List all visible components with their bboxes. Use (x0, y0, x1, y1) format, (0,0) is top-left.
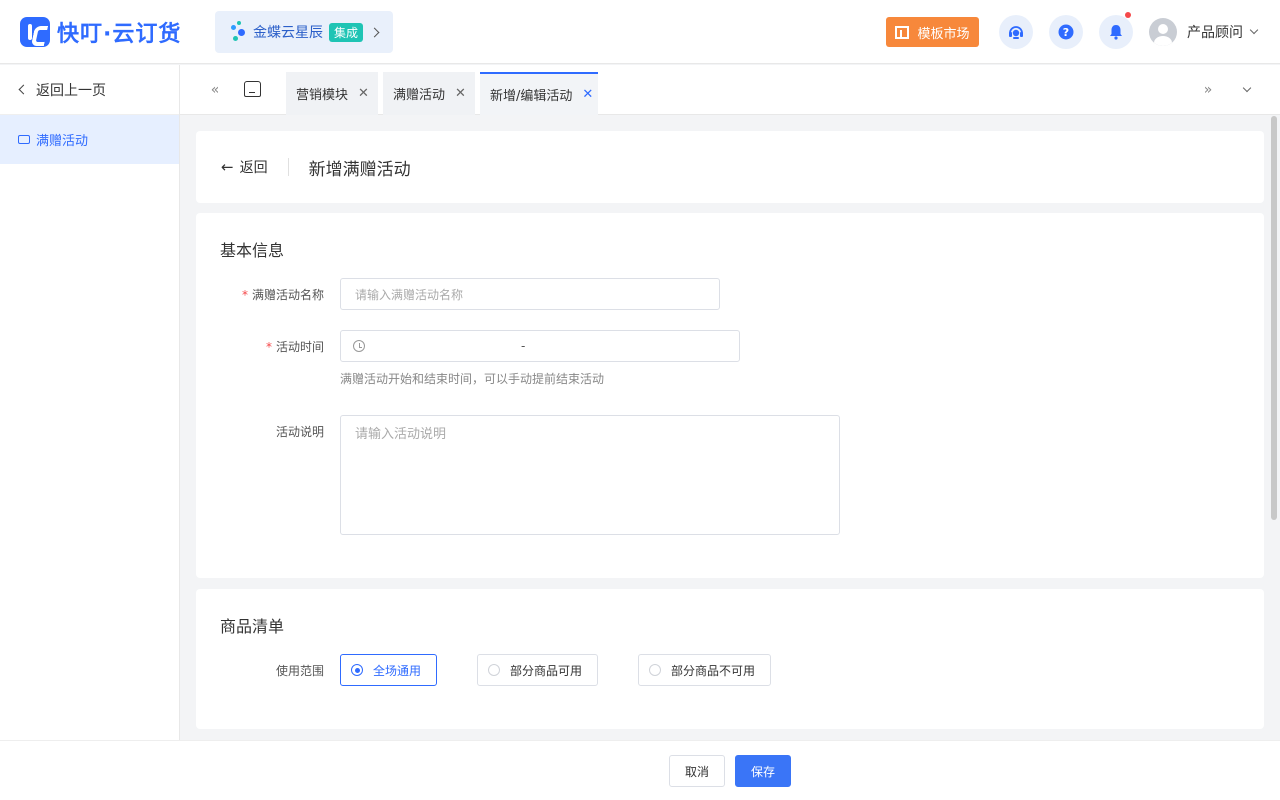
template-icon (895, 25, 910, 39)
page-title: 新增满赠活动 (308, 159, 411, 180)
tab-label: 新增/编辑活动 (490, 89, 573, 104)
chevron-down-icon (1249, 25, 1259, 35)
option-label: 部分商品可用 (510, 663, 583, 678)
sidebar: 返回上一页 满赠活动 (0, 65, 180, 740)
bell-icon (1110, 25, 1122, 40)
close-icon[interactable]: ✕ (582, 87, 593, 102)
radio-icon (649, 664, 661, 676)
back-to-previous-link[interactable]: 返回上一页 (0, 65, 179, 115)
tab-marketing-module[interactable]: 营销模块 ✕ (286, 72, 378, 115)
svg-text:?: ? (1063, 26, 1069, 39)
brand-logo[interactable]: 快叮·云订货 (20, 17, 181, 47)
chevron-left-icon (18, 84, 29, 95)
clock-icon (353, 340, 365, 352)
sidebar-item-full-gift-activity[interactable]: 满赠活动 (0, 115, 179, 164)
notification-dot (1125, 12, 1131, 18)
close-icon[interactable]: ✕ (358, 86, 369, 101)
ticket-icon (18, 135, 30, 144)
integration-badge: 集成 (329, 22, 364, 42)
section-title: 基本信息 (220, 241, 285, 260)
kingdee-integration-entry[interactable]: 金蝶云星辰 集成 (215, 11, 393, 53)
divider (287, 158, 289, 176)
home-icon[interactable] (244, 81, 261, 97)
scrollbar[interactable] (1271, 116, 1277, 520)
radio-icon (351, 664, 363, 676)
basic-info-section: 基本信息 * 满赠活动名称 请输入满赠活动名称 * 活动时间 - 满赠活动开始和结束… (196, 213, 1264, 578)
activity-description-textarea[interactable]: 请输入活动说明 (340, 415, 840, 535)
double-chevron-left-icon[interactable]: « (204, 79, 226, 101)
option-label: 全场通用 (373, 663, 422, 678)
tab-full-gift-activity[interactable]: 满赠活动 ✕ (383, 72, 475, 115)
user-name: 产品顾问 (1187, 25, 1243, 41)
tab-bar: « 营销模块 ✕ 满赠活动 ✕ 新增/编辑活动 ✕ » (180, 65, 1280, 115)
sidebar-item-label: 满赠活动 (36, 134, 89, 149)
template-market-label: 模板市场 (917, 26, 970, 42)
close-icon[interactable]: ✕ (455, 86, 466, 101)
kingdee-icon (229, 20, 249, 44)
chevron-down-icon (1242, 83, 1252, 93)
back-to-previous-label: 返回上一页 (36, 82, 106, 99)
tab-add-edit-activity[interactable]: 新增/编辑活动 ✕ (480, 72, 598, 115)
cancel-button[interactable]: 取消 (669, 755, 725, 787)
kingdee-label: 金蝶云星辰 (253, 25, 323, 41)
footer-actions: 取消 保存 (0, 740, 1280, 800)
customer-service-button[interactable] (999, 15, 1033, 49)
time-range-separator: - (521, 339, 526, 353)
avatar (1149, 18, 1177, 46)
goods-list-section: 商品清单 使用范围 全场通用 部分商品可用 部分商品不可用 (196, 589, 1264, 729)
help-button[interactable]: ? (1049, 15, 1083, 49)
help-icon: ? (1058, 24, 1074, 40)
back-button[interactable]: ← 返回 (221, 157, 268, 177)
page-header: ← 返回 新增满赠活动 (196, 131, 1264, 203)
activity-time-range-picker[interactable]: - (340, 330, 740, 362)
tab-label: 营销模块 (296, 88, 349, 103)
scope-option-partial-available[interactable]: 部分商品可用 (477, 654, 598, 686)
activity-time-label: * 活动时间 (265, 340, 324, 354)
double-chevron-right-icon[interactable]: » (1197, 79, 1219, 101)
tabs-dropdown-button[interactable] (1236, 79, 1258, 101)
user-menu[interactable]: 产品顾问 (1149, 18, 1259, 46)
save-button[interactable]: 保存 (735, 755, 791, 787)
scope-option-all[interactable]: 全场通用 (340, 654, 437, 686)
activity-time-hint: 满赠活动开始和结束时间，可以手动提前结束活动 (340, 372, 605, 386)
activity-name-input[interactable]: 请输入满赠活动名称 (340, 278, 720, 310)
logo-icon (20, 17, 50, 47)
section-title: 商品清单 (220, 617, 285, 636)
scope-option-partial-unavailable[interactable]: 部分商品不可用 (638, 654, 771, 686)
arrow-left-icon: ← (221, 158, 234, 176)
tab-label: 满赠活动 (393, 88, 446, 103)
radio-icon (488, 664, 500, 676)
headset-icon (1009, 26, 1023, 39)
notification-button[interactable] (1099, 12, 1133, 49)
chevron-right-icon (369, 27, 380, 37)
top-header: 快叮·云订货 金蝶云星辰 集成 模板市场 ? 产品顾问 (0, 0, 1280, 64)
option-label: 部分商品不可用 (671, 663, 756, 678)
brand-name: 快叮·云订货 (57, 22, 182, 47)
activity-description-label: 活动说明 (275, 425, 324, 439)
activity-name-label: * 满赠活动名称 (241, 288, 324, 302)
template-market-button[interactable]: 模板市场 (886, 17, 979, 47)
usage-scope-label: 使用范围 (275, 664, 324, 678)
back-label: 返回 (239, 160, 268, 176)
